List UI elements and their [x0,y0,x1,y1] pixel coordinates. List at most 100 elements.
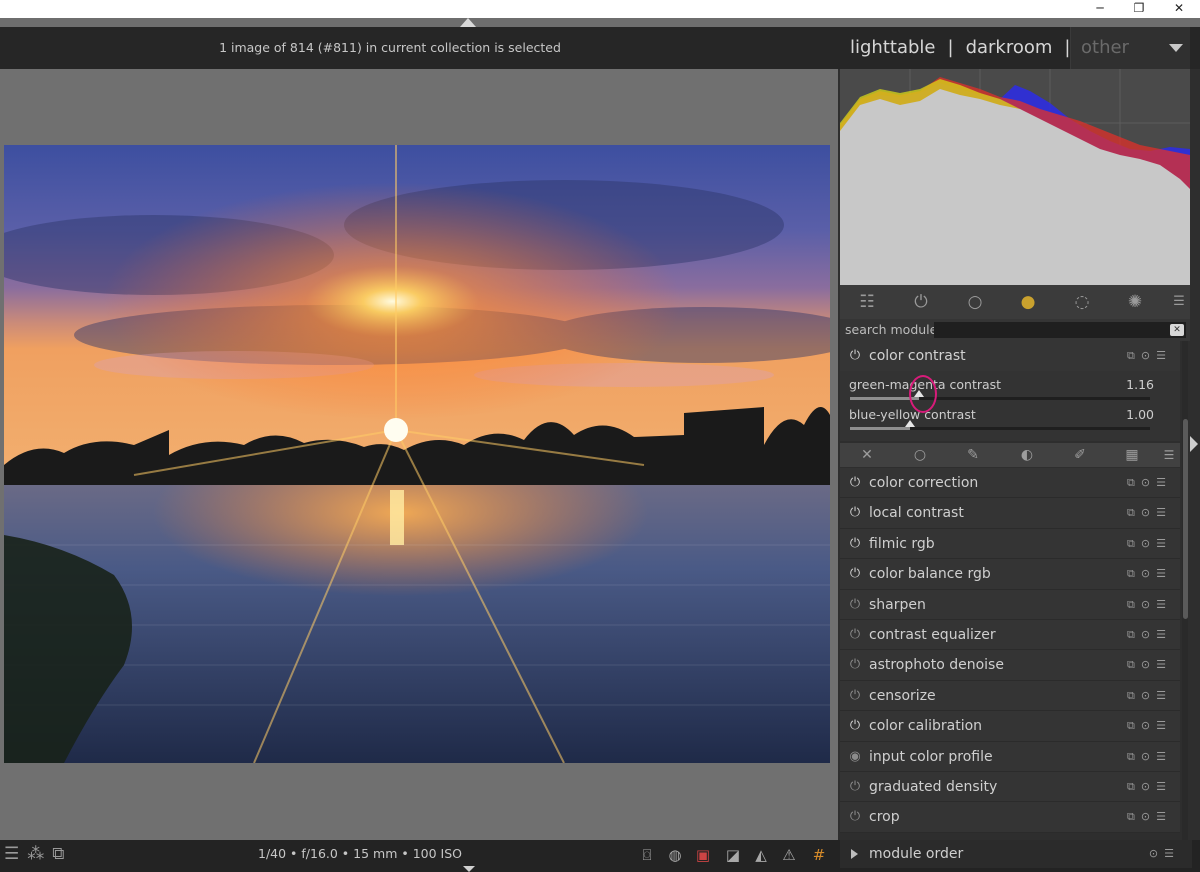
green-magenta-slider[interactable] [850,390,1150,400]
second-window-icon[interactable]: ⧉ [52,844,72,864]
reset-icon[interactable]: ⊙ [1141,468,1156,498]
presets-icon[interactable]: ☰ [1164,847,1180,860]
presets-icon[interactable]: ☰ [1156,711,1172,741]
instances-icon[interactable]: ⧉ [1127,341,1141,371]
presets-icon[interactable]: ☰ [1156,559,1172,589]
reset-icon[interactable]: ⊙ [1141,590,1156,620]
color-assessment-icon[interactable]: ▣ [692,844,714,866]
power-icon[interactable]: ⏻ [848,506,862,520]
view-darkroom[interactable]: darkroom [966,27,1053,69]
correct-group-icon[interactable]: ◌ [1071,291,1093,313]
focus-peaking-icon[interactable]: ⌼ [636,844,658,866]
presets-icon[interactable]: ☰ [1156,802,1172,832]
reset-icon[interactable]: ⊙ [1141,650,1156,680]
power-icon[interactable]: ⏻ [848,688,862,703]
power-icon[interactable]: ⏻ [848,810,862,824]
presets-icon[interactable]: ☰ [1156,620,1172,650]
parametric-mask-icon[interactable]: ◐ [1016,445,1038,465]
power-icon[interactable]: ⏻ [848,536,862,551]
presets-icon[interactable]: ☰ [1156,468,1172,498]
clear-search-icon[interactable]: ✕ [1170,324,1184,336]
guides-grid-icon[interactable]: # [808,844,830,866]
warning-icon[interactable]: ⚠ [778,844,800,866]
reset-icon[interactable]: ⊙ [1141,559,1156,589]
always-on-icon[interactable]: ◉ [848,749,862,764]
module-row[interactable]: ⏻ sharpen ⧉⊙☰ [840,589,1180,620]
presets-icon[interactable]: ☰ [1156,341,1172,371]
uniform-blend-circle-icon[interactable]: ○ [909,445,931,465]
reset-icon[interactable]: ⊙ [1141,529,1156,559]
presets-icon[interactable]: ☰ [1156,742,1172,772]
bottom-panel-collapse-arrow-icon[interactable] [463,866,475,872]
view-other-dropdown[interactable]: other [1070,27,1190,69]
presets-icon[interactable]: ☰ [1156,772,1172,802]
photo-preview[interactable] [4,145,830,763]
presets-icon[interactable]: ☰ [1156,529,1172,559]
instances-icon[interactable]: ⧉ [1127,772,1141,802]
reset-icon[interactable]: ⊙ [1141,802,1156,832]
module-row[interactable]: ⏻ graduated density ⧉⊙☰ [840,771,1180,803]
presets-icon[interactable]: ☰ [1156,681,1172,711]
module-row[interactable]: ⏻ color correction ⧉⊙☰ [840,468,1180,499]
blue-yellow-slider[interactable] [850,420,1150,430]
module-row[interactable]: ⏻ censorize ⧉⊙☰ [840,680,1180,712]
reset-icon[interactable]: ⊙ [1141,742,1156,772]
presets-icon[interactable]: ☰ [1156,498,1172,528]
power-icon[interactable]: ⏻ [848,476,862,490]
instances-icon[interactable]: ⧉ [1127,620,1141,650]
instances-icon[interactable]: ⧉ [1127,498,1141,528]
gamut-check-icon[interactable]: ◭ [750,844,772,866]
module-row[interactable]: ⏻ crop ⧉⊙☰ [840,802,1180,833]
blend-off-icon[interactable]: ✕ [856,445,878,465]
raster-mask-icon[interactable]: ▦ [1121,445,1143,465]
instances-icon[interactable]: ⧉ [1127,590,1141,620]
module-row[interactable]: ◉ input color profile ⧉⊙☰ [840,741,1180,772]
drawn-mask-pencil-icon[interactable]: ✎ [962,445,984,465]
close-button[interactable]: ✕ [1164,0,1194,18]
module-scrollbar-thumb[interactable] [1183,419,1188,619]
power-icon[interactable]: ⏻ [848,627,862,642]
module-row[interactable]: ⏻ filmic rgb ⧉⊙☰ [840,528,1180,560]
bulb-icon[interactable]: ◍ [664,844,686,866]
module-order-row[interactable]: module order ⊙☰ [840,840,1192,868]
active-modules-power-icon[interactable]: ⏻ [910,291,932,313]
instances-icon[interactable]: ⧉ [1127,529,1141,559]
reset-icon[interactable]: ⊙ [1149,847,1164,860]
power-icon[interactable]: ⏻ [848,597,862,612]
reset-icon[interactable]: ⊙ [1141,772,1156,802]
instances-icon[interactable]: ⧉ [1127,711,1141,741]
reset-icon[interactable]: ⊙ [1141,620,1156,650]
reset-icon[interactable]: ⊙ [1141,341,1156,371]
module-row[interactable]: ⏻ color calibration ⧉⊙☰ [840,711,1180,742]
effects-group-icon[interactable]: ✺ [1124,291,1146,313]
softproof-icon[interactable]: ◪ [722,844,744,866]
drawn-parametric-mask-icon[interactable]: ✐ [1069,445,1091,465]
blend-menu-icon[interactable]: ☰ [1158,445,1180,465]
view-lighttable[interactable]: lighttable [850,27,935,69]
slider-value[interactable]: 1.16 [1126,377,1154,392]
presets-icon[interactable]: ☰ [1156,590,1172,620]
search-module-input[interactable] [934,322,1186,338]
presets-menu-icon[interactable]: ☰ [1168,291,1190,313]
module-color-contrast-header[interactable]: ⏻ color contrast ⧉⊙☰ [840,341,1180,371]
reset-icon[interactable]: ⊙ [1141,681,1156,711]
quick-access-panel-icon[interactable]: ☷ [856,291,878,313]
power-icon[interactable]: ⏻ [848,658,862,672]
instances-icon[interactable]: ⧉ [1127,802,1141,832]
instances-icon[interactable]: ⧉ [1127,559,1141,589]
styles-icon[interactable]: ⁂ [27,844,52,864]
module-row[interactable]: ⏻ astrophoto denoise ⧉⊙☰ [840,650,1180,681]
power-icon[interactable]: ⏻ [848,567,862,581]
power-icon[interactable]: ⏻ [848,349,862,363]
color-group-icon[interactable]: ● [1017,291,1039,313]
right-panel-collapse-arrow-icon[interactable] [1190,436,1198,452]
hamburger-icon[interactable]: ☰ [4,844,27,864]
presets-icon[interactable]: ☰ [1156,650,1172,680]
top-panel-collapse-arrow-icon[interactable] [460,18,476,27]
instances-icon[interactable]: ⧉ [1127,468,1141,498]
module-row[interactable]: ⏻ local contrast ⧉⊙☰ [840,498,1180,529]
instances-icon[interactable]: ⧉ [1127,742,1141,772]
maximize-button[interactable]: ❐ [1124,0,1154,18]
base-group-circle-icon[interactable]: ○ [964,291,986,313]
instances-icon[interactable]: ⧉ [1127,681,1141,711]
